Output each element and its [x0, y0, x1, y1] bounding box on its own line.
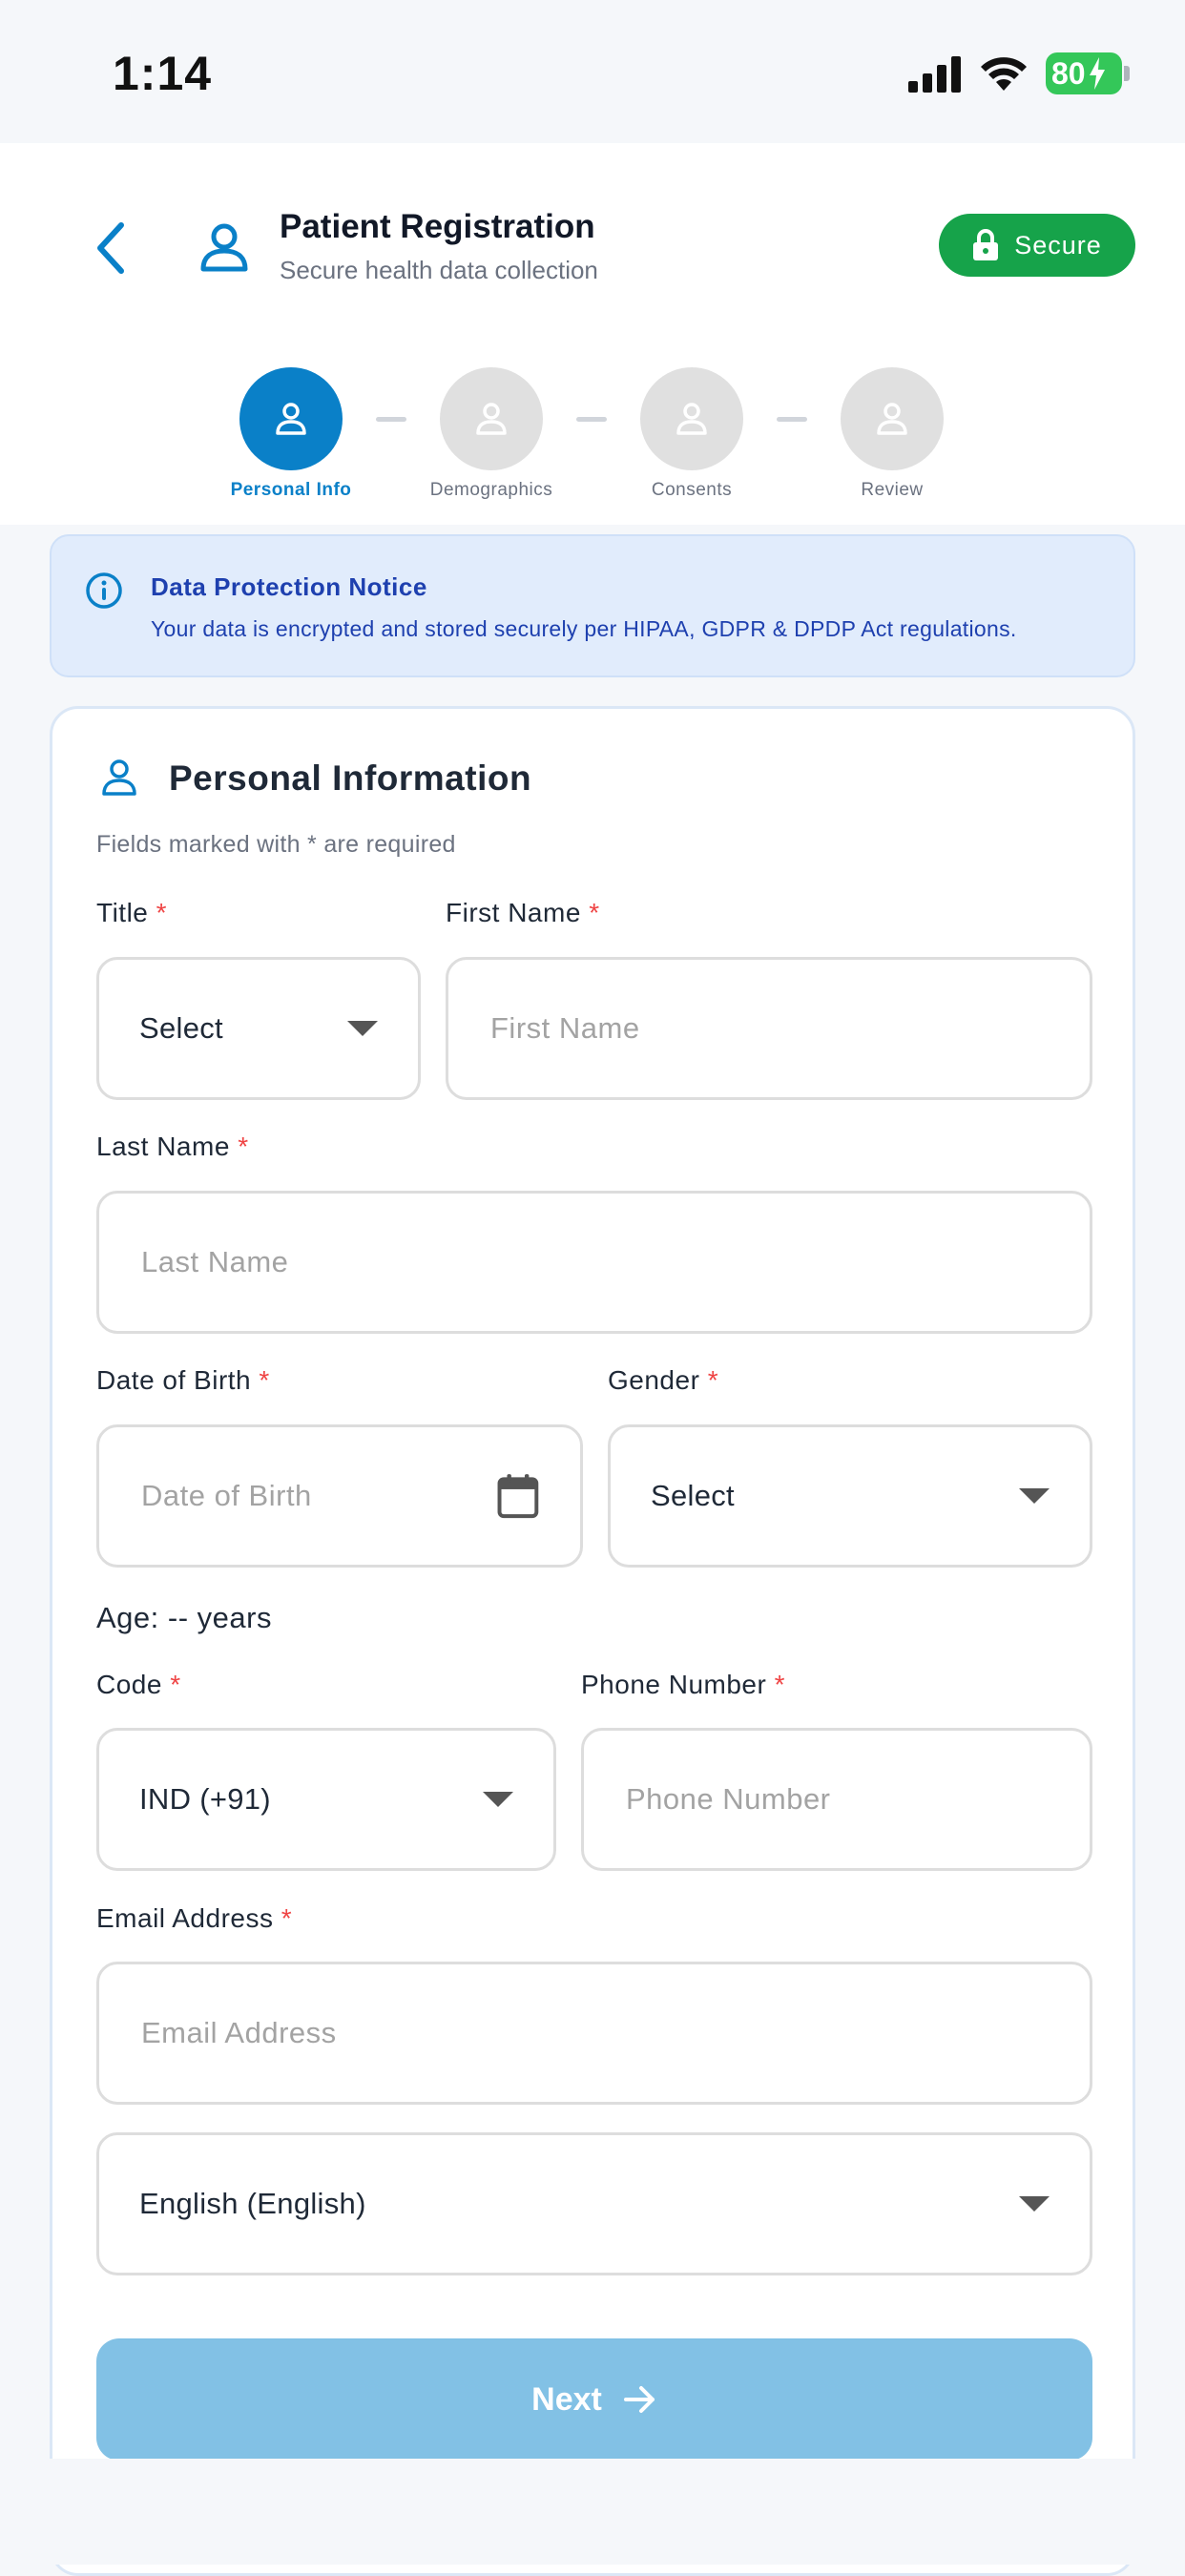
- back-button[interactable]: [76, 215, 143, 281]
- notice-text: Your data is encrypted and stored secure…: [151, 616, 1017, 641]
- step-consents[interactable]: Consents: [606, 367, 778, 501]
- email-label: Email Address *: [96, 1903, 292, 1934]
- label-text: Last Name: [96, 1132, 230, 1161]
- phone-field[interactable]: [581, 1728, 1092, 1871]
- step-review[interactable]: Review: [806, 367, 978, 501]
- phone-input[interactable]: [624, 1781, 1050, 1818]
- label-text: Date of Birth: [96, 1365, 252, 1395]
- step-connector: [576, 417, 607, 422]
- step-circle: [239, 367, 343, 470]
- personal-info-card: Personal Information Fields marked with …: [50, 706, 1135, 2576]
- progress-stepper: Personal Info Demographics Consents Revi…: [0, 367, 1185, 501]
- language-select[interactable]: English (English): [96, 2132, 1092, 2275]
- step-label: Personal Info: [230, 480, 352, 500]
- calendar-icon[interactable]: [496, 1469, 540, 1523]
- gender-select-value: Select: [651, 1479, 735, 1512]
- signal-icon: [908, 56, 961, 93]
- country-code-value: IND (+91): [139, 1782, 271, 1816]
- page-title: Patient Registration: [280, 208, 595, 245]
- bottom-safe-area: [0, 2459, 1185, 2565]
- label-text: Phone Number: [581, 1670, 767, 1699]
- step-label: Review: [861, 480, 924, 500]
- wifi-icon: [981, 57, 1027, 91]
- title-select-value: Select: [139, 1011, 223, 1045]
- first-name-label: First Name *: [446, 898, 600, 928]
- page-subtitle: Secure health data collection: [280, 256, 598, 284]
- language-select-value: English (English): [139, 2187, 366, 2220]
- battery-cap: [1124, 66, 1130, 81]
- label-text: Email Address: [96, 1903, 274, 1933]
- phone-label: Phone Number *: [581, 1670, 785, 1700]
- title-select[interactable]: Select: [96, 957, 421, 1100]
- dob-input[interactable]: [139, 1478, 497, 1514]
- secure-badge: Secure: [939, 214, 1135, 277]
- battery-indicator: 80: [1046, 52, 1130, 94]
- user-icon: [877, 403, 907, 435]
- header: Patient Registration Secure health data …: [0, 143, 1185, 525]
- required-hint: Fields marked with * are required: [96, 831, 456, 858]
- battery-icon: 80: [1046, 52, 1122, 94]
- charging-bolt-icon: [1089, 57, 1105, 90]
- gender-select[interactable]: Select: [608, 1424, 1092, 1568]
- step-connector: [376, 417, 406, 422]
- status-time: 1:14: [113, 47, 213, 100]
- user-icon: [476, 403, 507, 435]
- email-field[interactable]: [96, 1962, 1092, 2105]
- step-demographics[interactable]: Demographics: [405, 367, 577, 501]
- required-mark: *: [238, 1132, 249, 1161]
- status-icons: 80: [908, 52, 1130, 94]
- last-name-field[interactable]: [96, 1191, 1092, 1334]
- caret-down-icon: [347, 1021, 378, 1036]
- caret-down-icon: [1019, 2196, 1050, 2212]
- step-label: Demographics: [429, 480, 553, 500]
- email-input[interactable]: [139, 2015, 1050, 2051]
- country-code-select[interactable]: IND (+91): [96, 1728, 556, 1871]
- status-bar: 1:14 80: [0, 0, 1185, 143]
- step-label: Consents: [651, 480, 733, 500]
- lock-icon: [973, 229, 999, 260]
- gender-label: Gender *: [608, 1365, 718, 1396]
- age-display: Age: -- years: [96, 1601, 272, 1634]
- notice-title: Data Protection Notice: [151, 572, 427, 601]
- section-title: Personal Information: [169, 758, 532, 798]
- required-mark: *: [170, 1670, 181, 1699]
- step-circle: [440, 367, 543, 470]
- chevron-left-icon: [97, 222, 124, 274]
- last-name-input[interactable]: [139, 1244, 1050, 1280]
- required-mark: *: [281, 1903, 293, 1933]
- secure-label: Secure: [1014, 230, 1102, 260]
- label-text: Title: [96, 898, 149, 927]
- info-icon: [86, 572, 122, 609]
- battery-level: 80: [1051, 55, 1086, 91]
- user-icon: [102, 759, 136, 796]
- label-text: First Name: [446, 898, 581, 927]
- user-icon: [276, 403, 306, 435]
- data-protection-notice: Data Protection Notice Your data is encr…: [50, 534, 1135, 677]
- user-icon: [196, 219, 253, 277]
- caret-down-icon: [483, 1792, 513, 1807]
- code-label: Code *: [96, 1670, 181, 1700]
- label-text: Gender: [608, 1365, 700, 1395]
- label-text: Code: [96, 1670, 162, 1699]
- step-connector: [777, 417, 807, 422]
- required-mark: *: [774, 1670, 786, 1699]
- step-circle: [841, 367, 944, 470]
- first-name-field[interactable]: [446, 957, 1092, 1100]
- arrow-right-icon: [623, 2386, 655, 2413]
- next-button-label: Next: [531, 2380, 602, 2418]
- dob-label: Date of Birth *: [96, 1365, 270, 1396]
- first-name-input[interactable]: [489, 1010, 1050, 1047]
- step-circle: [640, 367, 743, 470]
- required-mark: *: [156, 898, 168, 927]
- caret-down-icon: [1019, 1488, 1050, 1504]
- last-name-label: Last Name *: [96, 1132, 249, 1162]
- dob-field[interactable]: [96, 1424, 583, 1568]
- required-mark: *: [707, 1365, 719, 1395]
- title-label: Title *: [96, 898, 167, 928]
- user-icon: [676, 403, 707, 435]
- step-personal-info[interactable]: Personal Info: [205, 367, 377, 501]
- next-button[interactable]: Next: [96, 2338, 1092, 2461]
- required-mark: *: [589, 898, 600, 927]
- required-mark: *: [259, 1365, 270, 1395]
